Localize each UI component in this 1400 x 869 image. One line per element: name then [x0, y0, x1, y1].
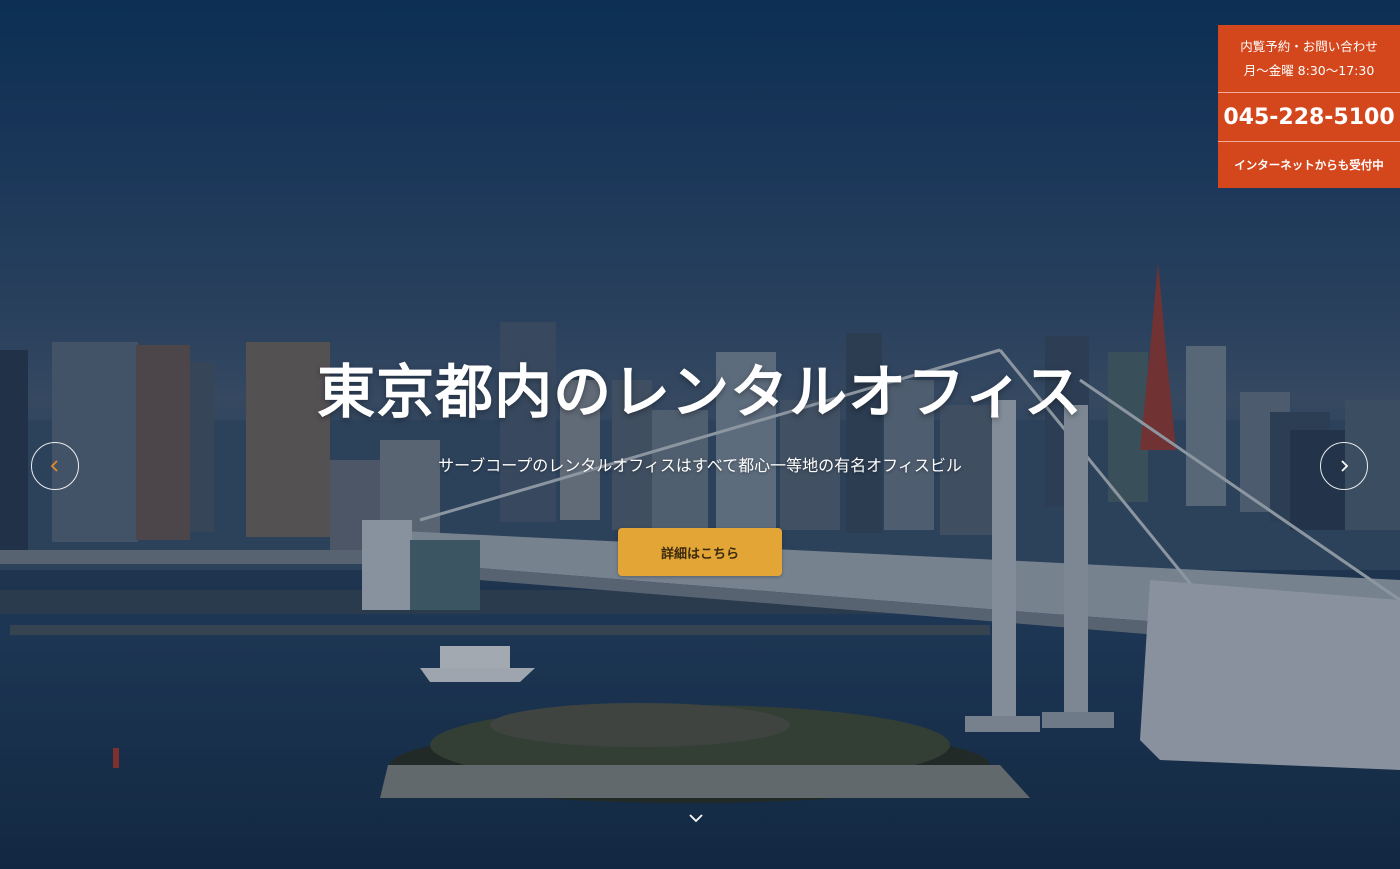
contact-inquiry-label: 内覧予約・お問い合わせ [1240, 39, 1378, 54]
contact-box: 内覧予約・お問い合わせ 月〜金曜 8:30〜17:30 045-228-5100… [1218, 25, 1400, 188]
scroll-down-button[interactable] [686, 808, 706, 828]
slider-next-button[interactable] [1320, 442, 1368, 490]
chevron-down-icon [689, 814, 703, 823]
chevron-right-icon [1341, 460, 1349, 472]
hero-slider: 東京都内のレンタルオフィス サーブコープのレンタルオフィスはすべて都心一等地の有… [0, 0, 1400, 869]
hero-dark-overlay [0, 0, 1400, 869]
chevron-left-icon [50, 460, 58, 472]
hero-title: 東京都内のレンタルオフィス [317, 358, 1083, 426]
online-inquiry-label: インターネットからも受付中 [1234, 158, 1384, 172]
slider-prev-button[interactable] [31, 442, 79, 490]
phone-number-link[interactable]: 045-228-5100 [1218, 93, 1400, 142]
contact-hours-label: 月〜金曜 8:30〜17:30 [1243, 63, 1375, 78]
hero-subtitle: サーブコープのレンタルオフィスはすべて都心一等地の有名オフィスビル [438, 456, 962, 475]
details-button[interactable]: 詳細はこちら [618, 528, 782, 576]
contact-hours: 内覧予約・お問い合わせ 月〜金曜 8:30〜17:30 [1218, 25, 1400, 93]
